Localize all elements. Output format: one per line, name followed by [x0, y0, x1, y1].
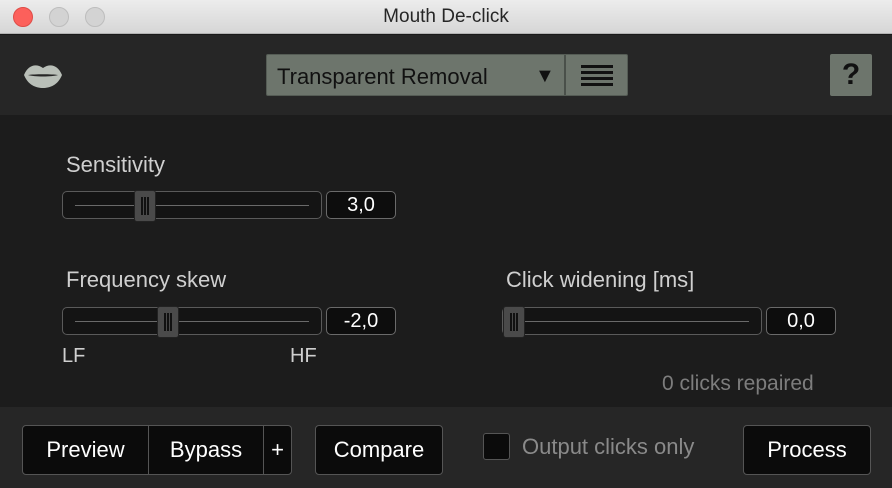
sensitivity-value-field[interactable]: 3,0 [326, 191, 396, 219]
output-clicks-only-label: Output clicks only [522, 434, 695, 459]
click-widening-value-field[interactable]: 0,0 [766, 307, 836, 335]
add-plus-button[interactable]: + [264, 426, 291, 474]
hf-label: HF [290, 345, 317, 367]
frequency-skew-value-field[interactable]: -2,0 [326, 307, 396, 335]
header-bar: Transparent Removal ▼ ? [0, 35, 892, 115]
frequency-skew-label: Frequency skew [66, 267, 227, 292]
sensitivity-slider[interactable] [62, 190, 322, 222]
sensitivity-slider-handle[interactable] [134, 190, 156, 222]
lf-label: LF [62, 345, 86, 367]
click-widening-label: Click widening [ms] [506, 267, 695, 292]
process-button[interactable]: Process [743, 425, 871, 475]
clicks-repaired-status: 0 clicks repaired [662, 372, 814, 395]
lips-icon [24, 65, 62, 88]
chevron-down-icon[interactable]: ▼ [535, 65, 555, 88]
footer-bar: Preview Bypass + Compare Process [0, 407, 892, 488]
frequency-skew-slider[interactable] [62, 306, 322, 338]
preview-button[interactable]: Preview [23, 426, 148, 474]
preview-button-group: Preview Bypass + [22, 425, 292, 475]
title-bar: Mouth De-click [0, 0, 892, 34]
preset-menu-icon[interactable] [581, 65, 613, 87]
output-clicks-only-checkbox[interactable] [483, 433, 510, 460]
controls-panel: Sensitivity 3,0 Frequency skew -2,0 LF H… [0, 115, 892, 407]
preset-divider [564, 55, 566, 95]
help-button[interactable]: ? [830, 54, 872, 96]
click-widening-slider-handle[interactable] [503, 306, 525, 338]
click-widening-slider[interactable] [502, 306, 762, 338]
compare-button[interactable]: Compare [315, 425, 443, 475]
sensitivity-label: Sensitivity [66, 152, 166, 177]
frequency-skew-slider-handle[interactable] [157, 306, 179, 338]
bypass-button[interactable]: Bypass [149, 426, 263, 474]
preset-dropdown[interactable]: Transparent Removal ▼ [266, 54, 628, 96]
preset-selected-label: Transparent Removal [277, 64, 488, 89]
window-title: Mouth De-click [383, 6, 509, 27]
